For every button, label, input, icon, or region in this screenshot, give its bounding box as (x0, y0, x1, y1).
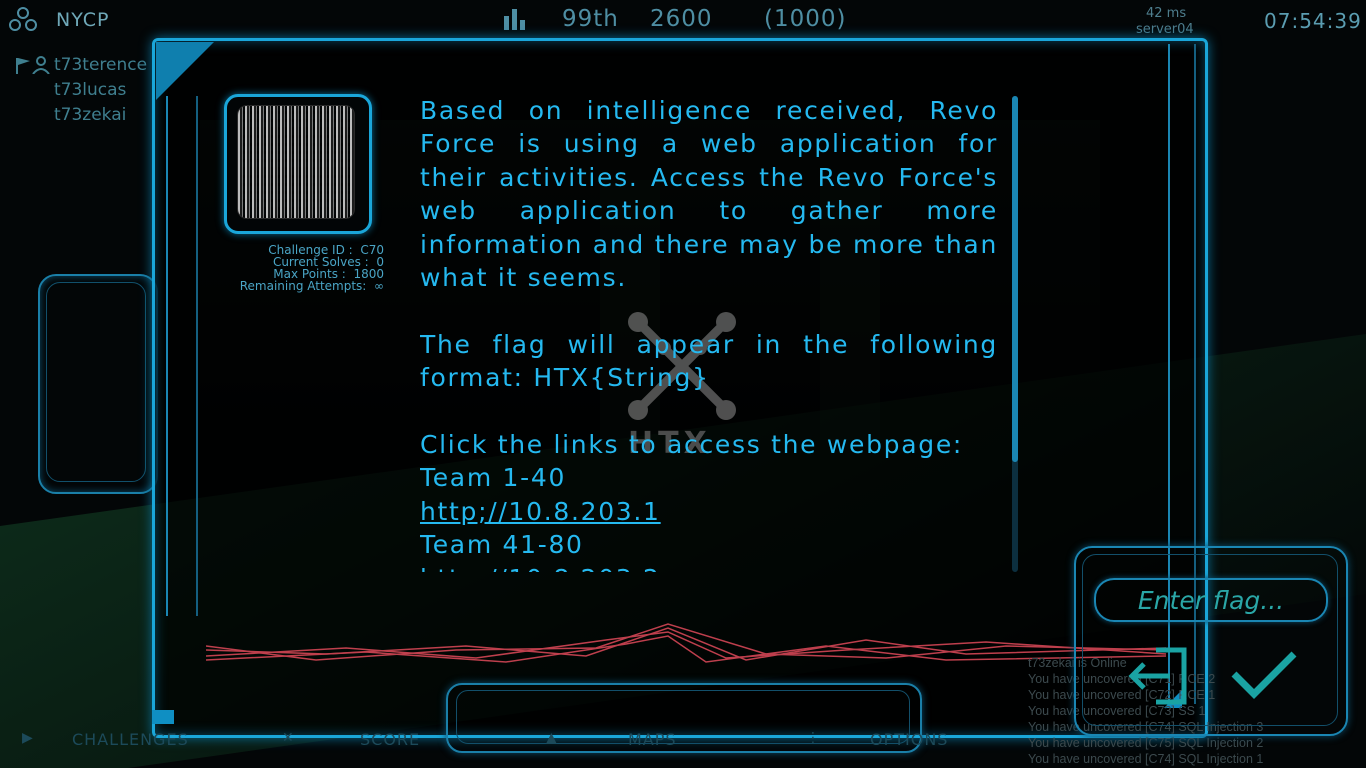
info-label: Remaining Attempts: (239, 279, 367, 293)
flag-input-wrapper (1094, 578, 1328, 622)
ping-readout: 42 ms (1146, 6, 1187, 21)
member-name: t73lucas (54, 80, 127, 100)
member-name: t73terence (54, 55, 148, 75)
submit-check-icon[interactable] (1230, 650, 1298, 700)
log-entry: You have uncovered [C75] SQL Injection 2 (1028, 736, 1264, 750)
description-paragraph: Based on intelligence received, Revo For… (420, 96, 998, 293)
description-paragraph: Click the links to access the webpage: (420, 430, 964, 460)
challenge-link[interactable]: http;//10.8.203.2 (420, 562, 998, 572)
frame-rail (166, 96, 198, 616)
team-score: 2600 (650, 6, 713, 32)
signal-wave (206, 623, 1166, 663)
rank-bar-icon (504, 9, 525, 30)
challenge-link[interactable]: http;//10.8.203.1 (420, 495, 998, 528)
team-name: NYCP (56, 9, 110, 31)
nav-maps[interactable]: MAPS (628, 730, 677, 749)
bottom-nav: ▶ CHALLENGES ✕ SCORE ▲ MAPS ⋮ OPTIONS (0, 722, 1000, 762)
log-entry: You have uncovered [C74] SQL Injection 1 (1028, 752, 1264, 766)
description-paragraph: The flag will appear in the following fo… (420, 329, 998, 393)
team-rank: 99th (562, 6, 619, 32)
flag-icon (16, 58, 30, 74)
dots-icon: ⋮ (806, 730, 820, 746)
side-panel-inner (46, 282, 146, 482)
challenge-image-frame (224, 94, 372, 234)
challenge-description[interactable]: Based on intelligence received, Revo For… (420, 94, 998, 572)
challenge-info: Challenge ID : C70 Current Solves : 0 Ma… (212, 244, 384, 292)
user-icon (32, 56, 50, 74)
top-hud: NYCP 99th 2600 (1000) 42 ms server04 07:… (0, 0, 1366, 40)
team-bonus: (1000) (764, 6, 847, 32)
nav-score[interactable]: SCORE (360, 730, 420, 749)
info-row: Remaining Attempts: ∞ (212, 280, 384, 292)
nav-options[interactable]: OPTIONS (870, 730, 948, 749)
frame-corner (156, 42, 214, 100)
challenge-image (237, 105, 355, 219)
triangle-icon: ▲ (546, 730, 557, 746)
nav-challenges[interactable]: CHALLENGES (72, 730, 189, 749)
team-range-label: Team 41-80 (420, 530, 584, 560)
flag-input[interactable] (1096, 580, 1326, 620)
team-logo-icon (9, 7, 37, 31)
close-icon: ✕ (282, 730, 294, 746)
info-value: ∞ (374, 279, 384, 293)
team-range-label: Team 1-40 (420, 463, 567, 493)
member-name: t73zekai (54, 105, 127, 125)
clock: 07:54:39 (1264, 9, 1362, 33)
description-scrollbar-thumb[interactable] (1012, 96, 1018, 462)
exit-icon[interactable] (1126, 644, 1190, 708)
play-icon: ▶ (22, 730, 33, 746)
server-name: server04 (1136, 22, 1194, 37)
